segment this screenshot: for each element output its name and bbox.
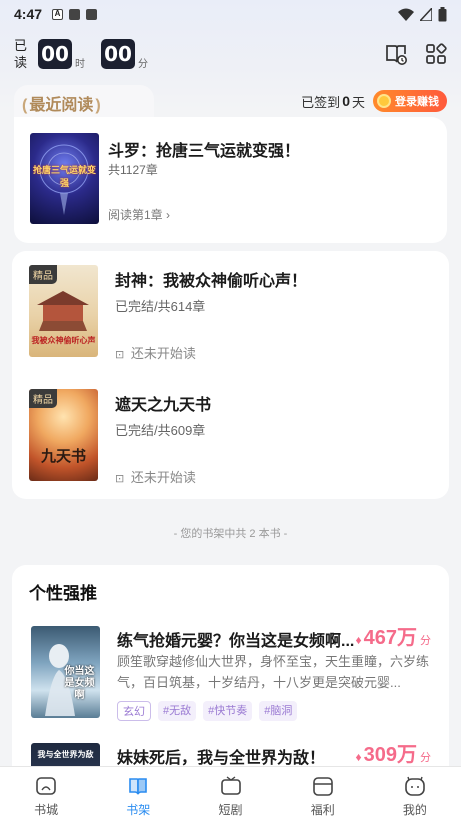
gift-icon: [312, 777, 333, 796]
bottom-nav: 书城 书架 短剧 福利 我的: [0, 766, 461, 819]
shelf-book-item[interactable]: 精品 九天书 遮天之九天书 已完结/共609章 ⊡ 还未开始读: [12, 375, 449, 499]
read-state: ⊡ 还未开始读: [115, 343, 196, 362]
score-unit: 分: [420, 752, 431, 764]
profile-icon: [405, 776, 425, 796]
login-earn-label: 登录赚钱: [395, 96, 439, 108]
nav-shortdrama[interactable]: 短剧: [184, 767, 276, 819]
read-state: ⊡ 还未开始读: [115, 467, 196, 486]
nav-bookshelf[interactable]: 书架: [92, 767, 184, 819]
flame-icon: ♦: [355, 750, 362, 764]
chevron-right-icon: ›: [166, 208, 171, 222]
recent-reading-label: 最近阅读: [22, 91, 101, 115]
continue-reading-label: 阅读第1章: [108, 208, 163, 222]
book-clock-icon[interactable]: [385, 43, 407, 65]
nav-welfare[interactable]: 福利: [277, 767, 369, 819]
cover-title: 你当这是女频啊: [64, 666, 95, 701]
signin-days: 0: [342, 93, 350, 109]
tv-icon: [220, 776, 241, 795]
cover-title: 我与全世界为敌: [37, 750, 94, 759]
recommend-title[interactable]: 妹妹死后，我与全世界为敌！: [117, 744, 325, 768]
bookshelf-icon: [129, 778, 148, 795]
hours-counter: 00: [38, 39, 72, 69]
shelf-book-status: 已完结/共609章: [115, 423, 206, 438]
nav-profile[interactable]: 我的: [369, 767, 461, 819]
a-notification-icon: A: [52, 8, 64, 20]
recommend-card: 个性强推 你当这是女频啊 练气抢婚元婴？你当这是女频啊... ♦ 467万 分 …: [12, 565, 449, 785]
minutes-counter: 00: [101, 39, 135, 69]
recommend-tags: 玄幻 #无敌 #快节奏 #脑洞: [117, 701, 298, 721]
nav-bookshelf-label: 书架: [126, 803, 151, 817]
tag[interactable]: #脑洞: [259, 701, 298, 721]
continue-reading-link[interactable]: 阅读第1章 ›: [108, 206, 170, 223]
book-cover[interactable]: 精品 九天书: [29, 389, 98, 481]
nav-shortdrama-label: 短剧: [218, 803, 243, 817]
recent-book-card[interactable]: 抢唐三气运就变强 斗罗：抢唐三气运就变强！ 共1127章 阅读第1章 ›: [14, 117, 447, 243]
recommend-score: ♦ 467万 分: [356, 621, 432, 650]
score-unit: 分: [420, 635, 431, 647]
nav-welfare-label: 福利: [310, 803, 335, 817]
cover-title: 九天书: [40, 448, 86, 465]
shelf-book-status: 已完结/共614章: [115, 299, 206, 314]
nav-store-label: 书城: [34, 803, 59, 817]
book-cover[interactable]: 抢唐三气运就变强: [30, 133, 99, 224]
wifi-icon: [398, 8, 414, 21]
read-state-label: 还未开始读: [130, 470, 196, 485]
premium-badge: 精品: [29, 265, 57, 284]
bookmark-icon: ⊡: [115, 349, 125, 361]
grid-icon[interactable]: [425, 43, 447, 65]
shelf-book-title[interactable]: 封神：我被众神偷听心声！: [115, 267, 307, 291]
signin-prefix: 已签到: [301, 94, 341, 110]
signin-suffix: 天: [351, 94, 365, 110]
recommend-title[interactable]: 练气抢婚元婴？你当这是女频啊...: [117, 627, 354, 651]
bookmark-icon: ⊡: [115, 473, 125, 485]
app-notification-icon-2: [86, 8, 98, 20]
score-value: 467万: [363, 627, 417, 649]
nav-profile-label: 我的: [402, 803, 427, 817]
coin-icon: [377, 94, 391, 108]
recommend-description: 顾笙歌穿越修仙大世界，身怀至宝，天生重瞳，六岁练气，百日筑基，十岁结丹，十八岁更…: [117, 654, 429, 690]
shelf-book-title[interactable]: 遮天之九天书: [115, 391, 211, 415]
recent-reading-section: 最近阅读 已签到 0 天 登录赚钱 抢唐三气运就变强 斗罗：抢唐三气运就变强！ …: [14, 85, 447, 243]
book-cover[interactable]: 精品 我被众神偷听心声: [29, 265, 98, 357]
recommend-item[interactable]: 你当这是女频啊 练气抢婚元婴？你当这是女频啊... ♦ 467万 分 顾笙歌穿越…: [12, 615, 449, 733]
battery-icon: [438, 6, 447, 21]
shelf-count-text: - 您的书架中共 2 本书 -: [173, 528, 288, 540]
recommend-score: ♦ 309万 分: [356, 738, 432, 767]
hours-unit: 时: [75, 58, 85, 70]
read-label: 已读: [14, 38, 28, 70]
tag-genre[interactable]: 玄幻: [117, 701, 151, 721]
tag[interactable]: #无敌: [158, 701, 197, 721]
status-bar: 4:47 A: [0, 0, 461, 28]
flame-icon: ♦: [355, 633, 362, 647]
app-notification-icon: [69, 8, 81, 20]
nav-store[interactable]: 书城: [0, 767, 92, 819]
book-cover[interactable]: 你当这是女频啊: [31, 626, 100, 718]
recommend-heading: 个性强推: [29, 584, 97, 603]
status-time: 4:47: [14, 6, 43, 22]
score-value: 309万: [363, 744, 417, 766]
read-state-label: 还未开始读: [130, 346, 196, 361]
cover-title: 抢唐三气运就变强: [32, 165, 96, 188]
signin-status: 已签到 0 天 登录赚钱: [301, 90, 447, 112]
recent-book-chapters: 共1127章: [108, 163, 158, 177]
login-earn-button[interactable]: 登录赚钱: [373, 90, 447, 112]
signal-icon: [420, 7, 432, 21]
tag[interactable]: #快节奏: [203, 701, 253, 721]
premium-badge: 精品: [29, 389, 57, 408]
minutes-unit: 分: [138, 58, 148, 70]
shelf-book-item[interactable]: 精品 我被众神偷听心声 封神：我被众神偷听心声！ 已完结/共614章 ⊡ 还未开…: [12, 251, 449, 375]
store-icon: [36, 777, 56, 795]
bookshelf-card: 精品 我被众神偷听心声 封神：我被众神偷听心声！ 已完结/共614章 ⊡ 还未开…: [12, 251, 449, 499]
recent-book-title[interactable]: 斗罗：抢唐三气运就变强！: [108, 137, 300, 161]
reading-time-header: 已读 00 时 00 分: [14, 32, 447, 76]
cover-title: 我被众神偷听心声: [31, 336, 96, 345]
